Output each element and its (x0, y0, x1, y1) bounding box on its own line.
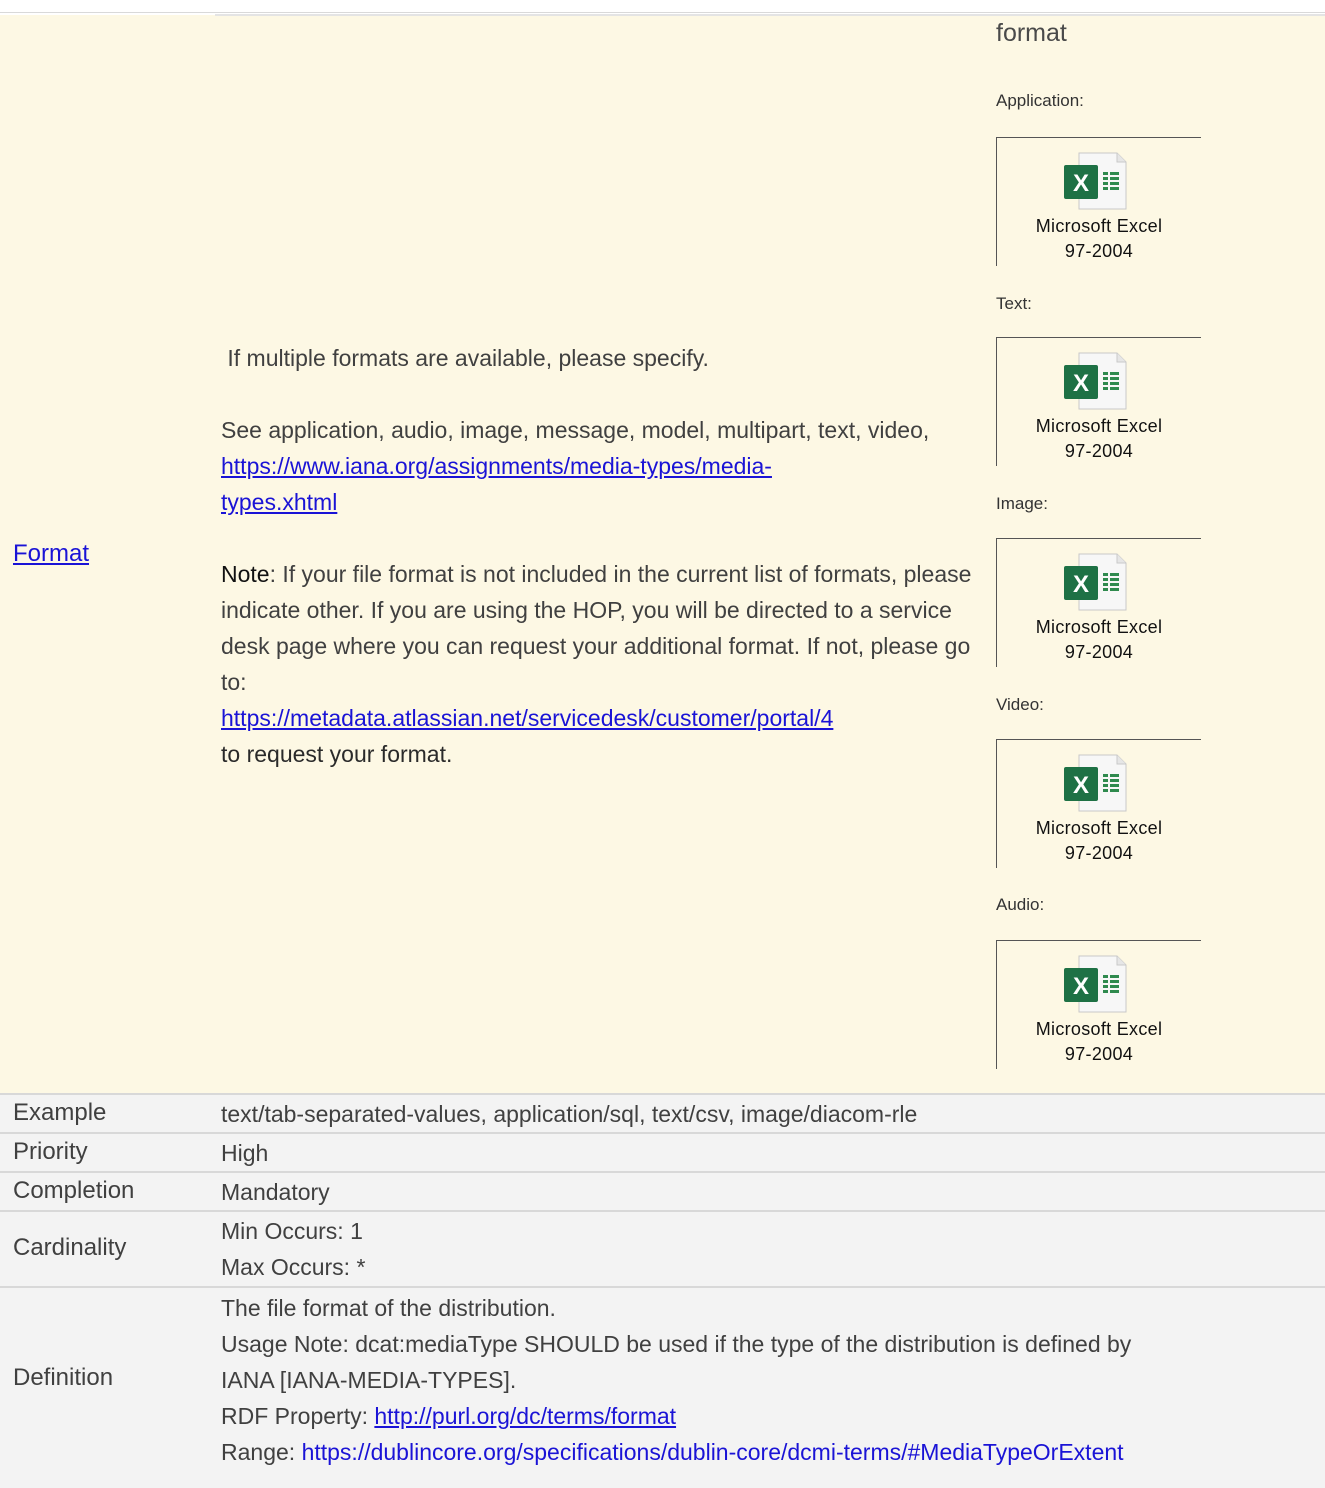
attachment-category-label: Text: (996, 294, 1032, 313)
completion-value: Mandatory (221, 1179, 330, 1205)
format-element-link[interactable]: Format (13, 540, 89, 568)
excel-attachment[interactable]: X Microsoft Excel 97-2004 (996, 940, 1201, 1069)
attachment-file-label: Microsoft Excel 97-2004 (1035, 617, 1163, 662)
excel-icon: X (1064, 754, 1127, 812)
attachment-category-label: Image: (996, 494, 1048, 513)
definition-label: Definition (13, 1364, 114, 1391)
note-label: Note (221, 561, 270, 587)
attachment-category-label: Audio: (996, 895, 1045, 914)
attachment-category-label: Video: (996, 695, 1044, 714)
priority-row: Priority High (0, 1132, 1325, 1171)
attachment-file-label: Microsoft Excel 97-2004 (1035, 1019, 1163, 1064)
priority-label: Priority (13, 1138, 88, 1165)
excel-icon: X (1064, 352, 1127, 410)
top-divider (0, 12, 1325, 13)
excel-icon: X (1064, 553, 1127, 611)
svg-text:X: X (1073, 571, 1089, 598)
cardinality-max: Max Occurs: * (221, 1254, 366, 1280)
excel-attachment[interactable]: X Microsoft Excel 97-2004 (996, 739, 1201, 868)
completion-label: Completion (13, 1177, 135, 1204)
format-description: If multiple formats are available, pleas… (221, 340, 986, 772)
note-body: : If your file format is not included in… (221, 561, 972, 695)
excel-attachment[interactable]: X Microsoft Excel 97-2004 (996, 337, 1201, 466)
example-value: text/tab-separated-values, application/s… (221, 1101, 918, 1127)
excel-icon: X (1064, 955, 1127, 1013)
attachment-file-label: Microsoft Excel 97-2004 (1035, 216, 1163, 261)
definition-row: Definition The file format of the distri… (0, 1286, 1325, 1488)
cardinality-row: Cardinality Min Occurs: 1 Max Occurs: * (0, 1210, 1325, 1286)
cardinality-label: Cardinality (13, 1234, 127, 1261)
intro-text: If multiple formats are available, pleas… (221, 345, 709, 371)
service-desk-link[interactable]: https://metadata.atlassian.net/servicede… (221, 705, 833, 731)
excel-icon: X (1064, 152, 1127, 210)
note-text: Note: If your file format is not include… (221, 556, 986, 772)
properties-table: Example text/tab-separated-values, appli… (0, 1093, 1325, 1488)
definition-line2: Usage Note: dcat:mediaType SHOULD be use… (221, 1331, 1132, 1357)
definition-line1: The file format of the distribution. (221, 1295, 556, 1321)
svg-text:X: X (1073, 370, 1089, 397)
see-prefix: See application, audio, image, message, … (221, 417, 943, 443)
completion-row: Completion Mandatory (0, 1171, 1325, 1210)
see-text: See application, audio, image, message, … (221, 412, 986, 520)
cardinality-min: Min Occurs: 1 (221, 1218, 363, 1244)
rdf-property-link[interactable]: http://purl.org/dc/terms/format (374, 1403, 676, 1429)
svg-text:X: X (1073, 973, 1089, 1000)
example-row: Example text/tab-separated-values, appli… (0, 1093, 1325, 1132)
iana-media-types-link[interactable]: https://www.iana.org/assignments/media-t… (221, 453, 772, 515)
excel-attachment[interactable]: X Microsoft Excel 97-2004 (996, 137, 1201, 266)
example-label: Example (13, 1099, 107, 1126)
format-heading: format (996, 19, 1067, 47)
note-suffix: to request your format. (221, 741, 453, 767)
svg-text:X: X (1073, 772, 1089, 799)
rdf-property: RDF Property: http://purl.org/dc/terms/f… (221, 1403, 677, 1429)
row-divider (215, 14, 1325, 16)
excel-attachment[interactable]: X Microsoft Excel 97-2004 (996, 538, 1201, 667)
svg-text:X: X (1073, 170, 1089, 197)
attachment-file-label: Microsoft Excel 97-2004 (1035, 818, 1163, 863)
definition-line3: IANA [IANA-MEDIA-TYPES]. (221, 1367, 517, 1393)
attachment-file-label: Microsoft Excel 97-2004 (1035, 416, 1163, 461)
priority-value: High (221, 1140, 269, 1166)
range: Range: https://dublincore.org/specificat… (221, 1439, 1124, 1465)
range-link[interactable]: https://dublincore.org/specifications/du… (302, 1439, 1124, 1465)
attachment-category-label: Application: (996, 91, 1084, 110)
